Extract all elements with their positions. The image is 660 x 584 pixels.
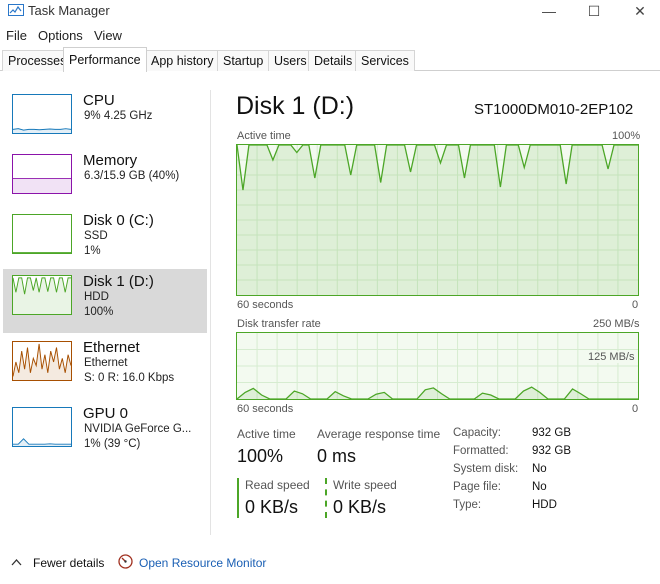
write-speed-indicator <box>325 478 327 518</box>
type-value: HDD <box>532 499 557 511</box>
memory-thumbnail <box>12 154 72 194</box>
page-file-key: Page file: <box>453 481 501 493</box>
close-button[interactable]: ✕ <box>617 0 660 22</box>
write-speed-value: 0 KB/s <box>333 497 387 517</box>
active-time-graph <box>236 144 639 296</box>
menu-options[interactable]: Options <box>38 28 83 43</box>
transfer-chart-label: Disk transfer rate <box>237 318 321 330</box>
sidebar-item-title: Ethernet <box>83 339 140 356</box>
read-speed-value: 0 KB/s <box>245 497 299 517</box>
read-speed-label: Read speed <box>245 478 310 492</box>
page-file-value: No <box>532 481 547 493</box>
active-time-stat-value: 100% <box>237 446 284 466</box>
open-resource-monitor-link[interactable]: Open Resource Monitor <box>139 556 266 570</box>
tab-app-history[interactable]: App history <box>145 50 220 71</box>
sidebar-item-title: GPU 0 <box>83 405 129 422</box>
transfer-x-left-label: 60 seconds <box>237 403 294 415</box>
page-title: Disk 1 (D:) <box>236 92 355 120</box>
thumbnail-area <box>13 343 71 380</box>
transfer-mid-label: 125 MB/s <box>588 351 635 363</box>
sidebar-item-detail: SSD <box>84 230 108 242</box>
sidebar-item-disk-1[interactable]: Disk 1 (D:) HDD 100% <box>3 269 207 333</box>
sidebar-item-usage: 100% <box>84 306 114 318</box>
formatted-value: 932 GB <box>532 445 571 457</box>
sidebar-item-ethernet[interactable]: Ethernet Ethernet S: 0 R: 16.0 Kbps <box>3 335 207 399</box>
tab-details[interactable]: Details <box>308 50 359 71</box>
type-key: Type: <box>453 499 482 511</box>
cpu-thumbnail <box>12 94 72 134</box>
sidebar-item-disk-0[interactable]: Disk 0 (C:) SSD 1% <box>3 208 207 272</box>
sidebar-item-detail: 9% 4.25 GHz <box>84 110 153 122</box>
sidebar-item-usage: 1% (39 °C) <box>84 438 141 450</box>
window-title: Task Manager <box>28 3 110 18</box>
tab-services[interactable]: Services <box>355 50 415 71</box>
maximize-button[interactable]: ☐ <box>571 0 617 22</box>
sidebar-item-gpu-0[interactable]: GPU 0 NVIDIA GeForce G... 1% (39 °C) <box>3 401 207 465</box>
sidebar-item-detail: NVIDIA GeForce G... <box>84 423 192 435</box>
sidebar-item-memory[interactable]: Memory 6.3/15.9 GB (40%) <box>3 148 207 212</box>
active-time-max-label: 100% <box>612 130 641 142</box>
thumbnail-area <box>13 178 71 193</box>
read-speed-indicator <box>237 478 239 518</box>
disk-0-thumbnail <box>12 214 72 254</box>
fewer-details-button[interactable]: Fewer details <box>33 556 104 570</box>
transfer-x-right-label: 0 <box>632 403 639 415</box>
ethernet-thumbnail <box>12 341 72 381</box>
chevron-up-icon[interactable] <box>11 558 22 566</box>
sidebar-item-detail: Ethernet <box>84 357 128 369</box>
task-manager-icon <box>8 4 24 16</box>
tab-performance[interactable]: Performance <box>63 47 147 72</box>
sidebar-item-usage: 1% <box>84 245 101 257</box>
resource-monitor-icon <box>118 554 133 569</box>
capacity-key: Capacity: <box>453 427 501 439</box>
transfer-max-label: 250 MB/s <box>593 318 640 330</box>
tab-startup[interactable]: Startup <box>217 50 270 71</box>
thumbnail-area <box>13 438 71 446</box>
active-time-chart-label: Active time <box>237 130 291 142</box>
panel-divider <box>210 90 211 535</box>
thumbnail-area <box>13 277 71 314</box>
formatted-key: Formatted: <box>453 445 509 457</box>
write-speed-label: Write speed <box>333 478 397 492</box>
transfer-rate-graph <box>236 332 639 400</box>
capacity-value: 932 GB <box>532 427 571 439</box>
active-time-x-left-label: 60 seconds <box>237 299 294 311</box>
sidebar-item-detail: 6.3/15.9 GB (40%) <box>84 170 180 182</box>
menu-file[interactable]: File <box>6 28 27 43</box>
series-area <box>237 145 638 295</box>
tab-processes[interactable]: Processes <box>2 50 73 71</box>
menu-view[interactable]: View <box>94 28 122 43</box>
disk-model: ST1000DM010-2EP102 <box>474 101 634 118</box>
active-time-stat-label: Active time <box>237 427 296 441</box>
tab-users[interactable]: Users <box>268 50 313 71</box>
sidebar-item-title: Memory <box>83 152 138 169</box>
sidebar-item-detail: HDD <box>84 291 109 303</box>
sidebar-item-title: Disk 1 (D:) <box>83 273 154 290</box>
sidebar-item-usage: S: 0 R: 16.0 Kbps <box>84 372 175 384</box>
system-disk-key: System disk: <box>453 463 519 475</box>
sidebar-item-cpu[interactable]: CPU 9% 4.25 GHz <box>3 88 207 152</box>
disk-1-thumbnail <box>12 275 72 315</box>
avg-response-value: 0 ms <box>317 446 357 466</box>
active-time-x-right-label: 0 <box>632 299 639 311</box>
gpu-0-thumbnail <box>12 407 72 447</box>
avg-response-label: Average response time <box>317 427 441 441</box>
sidebar-item-title: Disk 0 (C:) <box>83 212 154 229</box>
system-disk-value: No <box>532 463 547 475</box>
sidebar-item-title: CPU <box>83 92 115 109</box>
minimize-button[interactable]: — <box>526 0 572 22</box>
